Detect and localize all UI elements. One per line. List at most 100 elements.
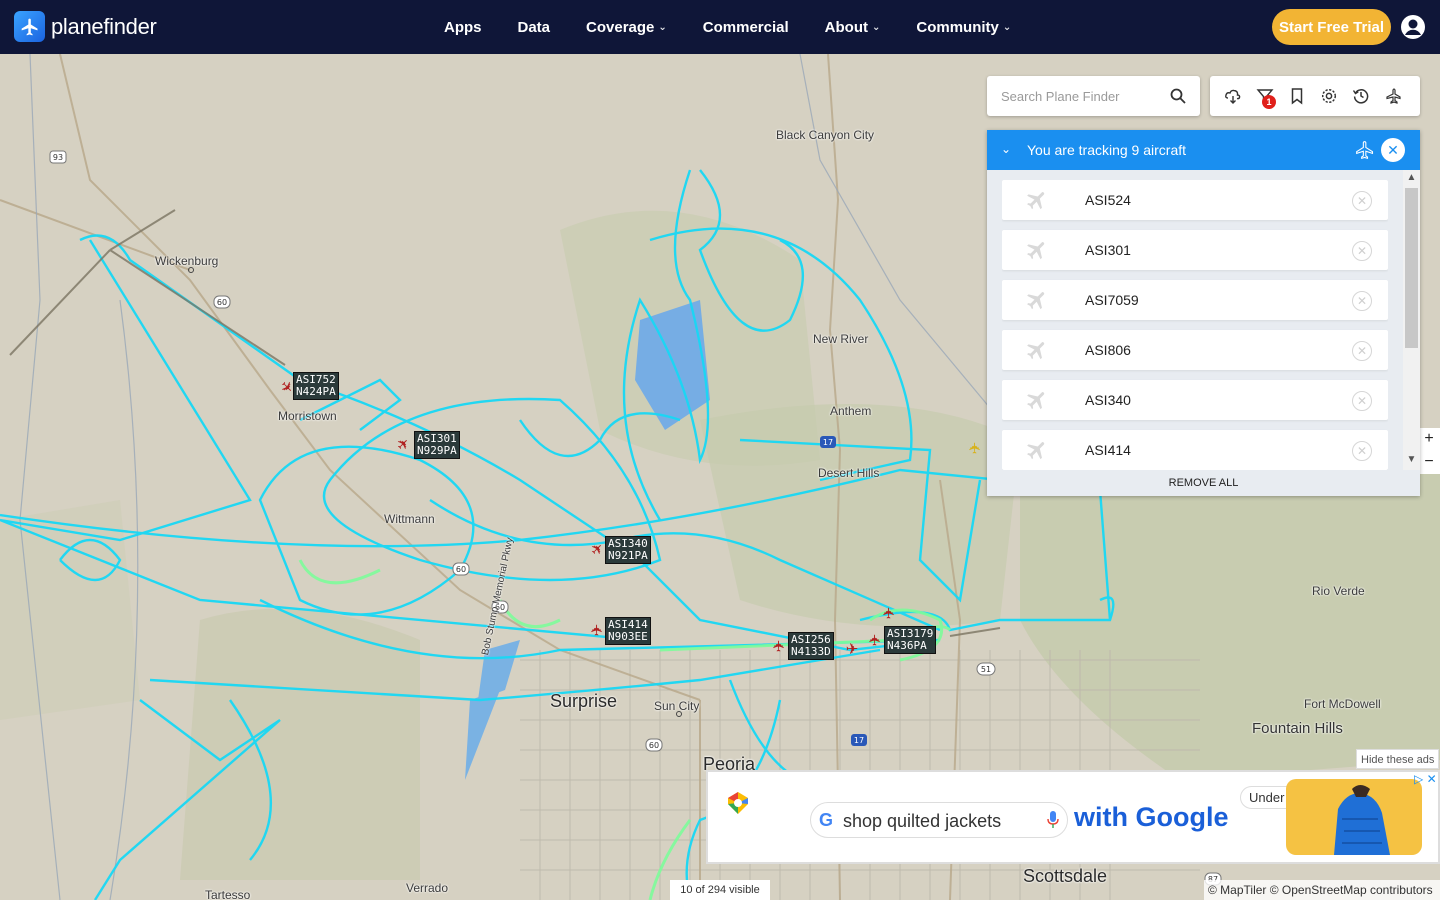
nav-about[interactable]: About ⌄: [825, 19, 881, 36]
nav-community[interactable]: Community ⌄: [916, 19, 1011, 36]
plane-icon: [1356, 141, 1374, 160]
map-attribution[interactable]: © MapTiler © OpenStreetMap contributors: [1204, 880, 1440, 900]
plane-icon: [1027, 392, 1045, 410]
top-navigation-bar: planefinder Apps Data Coverage ⌄ Commerci…: [0, 0, 1440, 54]
filter-count-badge: 1: [1262, 95, 1276, 109]
remove-aircraft-icon[interactable]: ✕: [1352, 341, 1372, 361]
place-label: Surprise: [550, 691, 618, 711]
zoom-in-button[interactable]: +: [1418, 428, 1440, 451]
aircraft-label[interactable]: ASI340 N921PA: [605, 536, 651, 564]
place-label: Black Canyon City: [776, 128, 875, 142]
aircraft-marker-icon[interactable]: ✈: [881, 605, 898, 621]
chevron-down-icon: ⌄: [658, 21, 667, 33]
search-box: [987, 76, 1200, 116]
planefinder-logo[interactable]: planefinder: [14, 11, 157, 42]
nav-data[interactable]: Data: [518, 19, 551, 36]
place-label: Anthem: [830, 404, 872, 418]
advertisement[interactable]: G shop quilted jackets with Google Under…: [706, 770, 1440, 864]
place-label: Verrado: [406, 881, 449, 895]
aircraft-marker-icon[interactable]: ✈: [867, 632, 884, 648]
place-label: Morristown: [278, 409, 337, 423]
list-scrollbar[interactable]: ▲ ▼: [1403, 170, 1420, 470]
remove-aircraft-icon[interactable]: ✕: [1352, 241, 1372, 261]
place-label: Scottsdale: [1023, 866, 1108, 886]
plane-icon: [1027, 442, 1045, 460]
tracking-title: You are tracking 9 aircraft: [1027, 142, 1187, 158]
hide-ads-link[interactable]: Hide these ads: [1356, 749, 1440, 769]
history-icon[interactable]: [1352, 87, 1370, 105]
aircraft-marker-icon[interactable]: ✈: [844, 642, 860, 658]
remove-aircraft-icon[interactable]: ✕: [1352, 291, 1372, 311]
main-nav: Apps Data Coverage ⌄ Commercial About ⌄ Co…: [444, 0, 1011, 54]
aircraft-callsign: ASI524: [1085, 192, 1131, 208]
nav-commercial[interactable]: Commercial: [703, 19, 789, 36]
scroll-down-icon[interactable]: ▼: [1405, 454, 1418, 468]
settings-icon[interactable]: [1320, 87, 1338, 105]
microphone-icon: [1047, 811, 1059, 828]
ad-search-pill[interactable]: G shop quilted jackets: [810, 802, 1068, 838]
plane-icon: [1027, 192, 1045, 210]
aircraft-callsign: ASI340: [1085, 392, 1131, 408]
plane-icon: [1027, 242, 1045, 260]
ad-search-query: shop quilted jackets: [843, 811, 1002, 831]
aircraft-marker-icon[interactable]: ✈: [771, 638, 788, 654]
place-label: Rio Verde: [1312, 584, 1365, 598]
route-shield: 93: [53, 153, 63, 162]
weather-icon[interactable]: [1224, 87, 1242, 105]
remove-aircraft-icon[interactable]: ✕: [1352, 391, 1372, 411]
aircraft-label[interactable]: ASI3179 N436PA: [884, 626, 937, 654]
route-shield: 17: [823, 438, 833, 447]
google-g-icon: G: [819, 810, 834, 830]
remove-all-button[interactable]: REMOVE ALL: [987, 471, 1420, 496]
filter-icon[interactable]: 1: [1256, 87, 1276, 109]
place-label: New River: [813, 332, 869, 346]
nav-apps[interactable]: Apps: [444, 19, 482, 36]
route-shield: 60: [649, 741, 659, 750]
zoom-out-button[interactable]: −: [1418, 451, 1440, 474]
account-icon[interactable]: [1400, 14, 1426, 40]
remove-aircraft-icon[interactable]: ✕: [1352, 191, 1372, 211]
start-free-trial-button[interactable]: Start Free Trial: [1272, 9, 1391, 45]
tracked-aircraft-list: ASI524 ✕ ASI301 ✕ ASI7059 ✕ ASI806 ✕ ASI…: [1002, 180, 1388, 470]
tracked-aircraft-row[interactable]: ASI301 ✕: [1002, 230, 1388, 270]
plane-icon: [1027, 292, 1045, 310]
nav-coverage[interactable]: Coverage ⌄: [586, 19, 667, 36]
aircraft-callsign: ASI7059: [1085, 292, 1139, 308]
tracking-panel: ⌄ You are tracking 9 aircraft ✕ ASI524 ✕…: [987, 130, 1420, 496]
aircraft-callsign: ASI301: [1085, 242, 1131, 258]
tracked-aircraft-row[interactable]: ASI340 ✕: [1002, 380, 1388, 420]
bookmark-icon[interactable]: [1288, 87, 1306, 105]
plane-icon: [1027, 342, 1045, 360]
route-shield: 60: [217, 298, 227, 307]
place-label: Desert Hills: [818, 466, 880, 480]
playback-icon[interactable]: [1384, 87, 1402, 105]
zoom-controls: + −: [1418, 428, 1440, 474]
close-tracking-button[interactable]: ✕: [1381, 138, 1405, 162]
tracked-aircraft-row[interactable]: ASI7059 ✕: [1002, 280, 1388, 320]
aircraft-marker-icon[interactable]: ✈: [589, 622, 606, 638]
tracked-aircraft-row[interactable]: ASI524 ✕: [1002, 180, 1388, 220]
route-shield: 60: [456, 565, 466, 574]
chevron-down-icon: ⌄: [1002, 21, 1012, 33]
aircraft-label[interactable]: ASI752 N424PA: [293, 372, 339, 400]
plane-logo-icon: [14, 11, 45, 42]
place-label: Fort McDowell: [1304, 697, 1381, 711]
aircraft-label[interactable]: ASI256 N4133D: [788, 632, 834, 660]
brand-name: planefinder: [51, 13, 157, 39]
scroll-up-icon[interactable]: ▲: [1405, 172, 1418, 186]
collapse-chevron-icon[interactable]: ⌄: [1001, 142, 1011, 156]
remove-aircraft-icon[interactable]: ✕: [1352, 441, 1372, 461]
place-label: Wickenburg: [155, 254, 219, 268]
place-label: Tartesso: [205, 888, 251, 900]
aircraft-marker-icon[interactable]: ✈: [967, 440, 984, 456]
search-icon[interactable]: [1170, 88, 1186, 104]
tracking-panel-header: ⌄ You are tracking 9 aircraft ✕: [987, 130, 1420, 170]
tracked-aircraft-row[interactable]: ASI806 ✕: [1002, 330, 1388, 370]
aircraft-label[interactable]: ASI414 N903EE: [605, 617, 651, 645]
aircraft-label[interactable]: ASI301 N929PA: [414, 431, 460, 459]
search-input[interactable]: [987, 76, 1162, 116]
tracked-aircraft-row[interactable]: ASI414 ✕: [1002, 430, 1388, 470]
scrollbar-thumb[interactable]: [1405, 188, 1418, 348]
ad-close-icon[interactable]: ▷ ✕: [1414, 772, 1437, 786]
route-shield: 17: [854, 736, 864, 745]
